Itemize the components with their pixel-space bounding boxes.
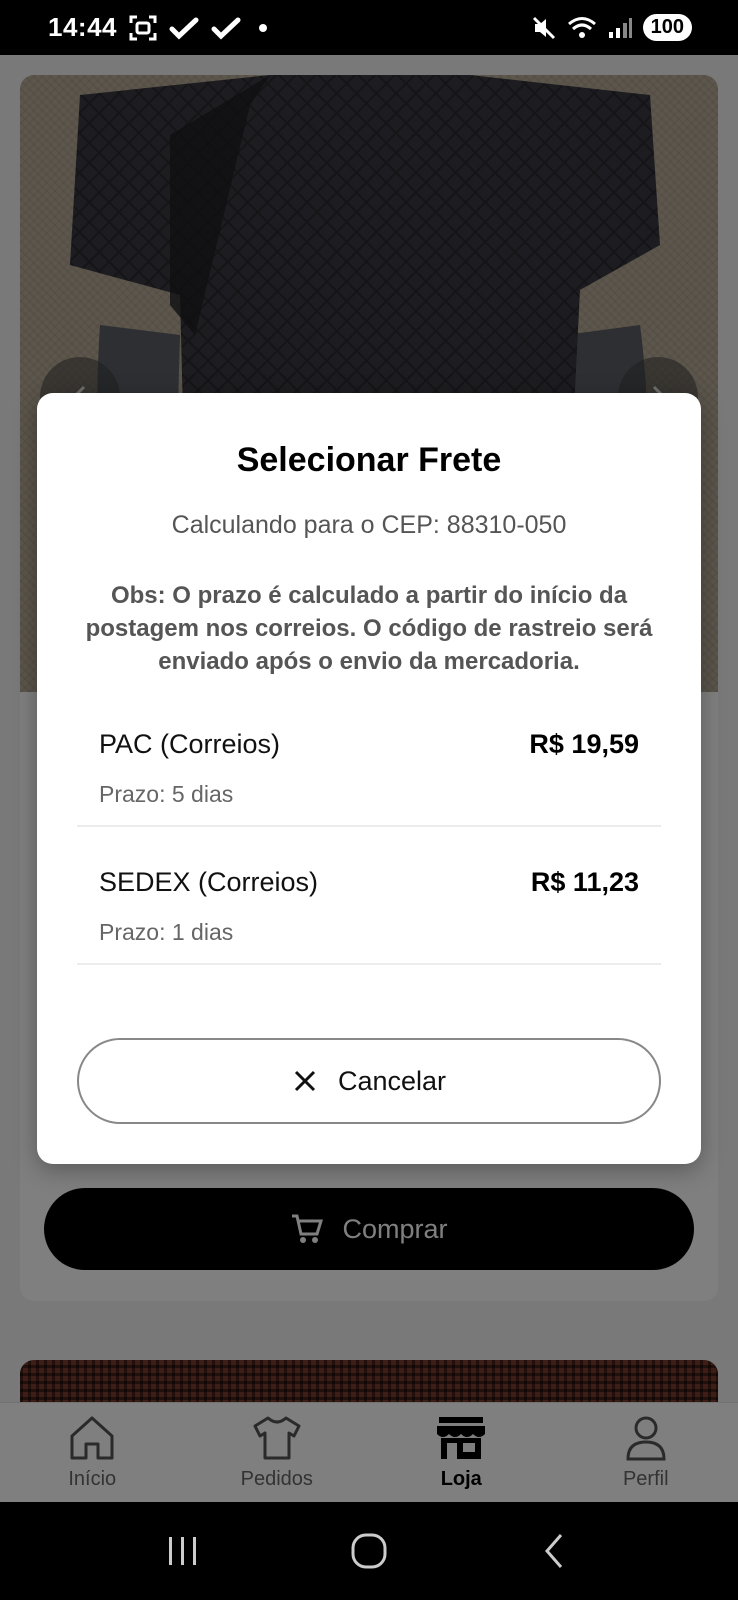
cancel-button[interactable]: Cancelar [77, 1038, 661, 1124]
battery-indicator: 100 [642, 14, 692, 41]
option-eta: Prazo: 5 dias [99, 781, 234, 807]
shipping-option-sedex[interactable]: SEDEX (Correios) R$ 11,23 Prazo: 1 dias [77, 827, 661, 965]
cep-info: Calculando para o CEP: 88310-050 [171, 511, 567, 539]
option-eta: Prazo: 1 dias [99, 919, 234, 945]
check-icon [169, 17, 199, 39]
status-bar: 14:44 100 [0, 0, 738, 55]
status-left: 14:44 [48, 12, 267, 43]
shipping-option-pac[interactable]: PAC (Correios) R$ 19,59 Prazo: 5 dias [77, 689, 661, 827]
status-time: 14:44 [48, 12, 117, 42]
option-name: SEDEX (Correios) [99, 867, 319, 897]
home-button-icon[interactable] [349, 1531, 389, 1571]
option-price: R$ 11,23 [530, 867, 639, 897]
system-nav-bar [0, 1502, 738, 1600]
wifi-icon [567, 16, 596, 38]
cancel-button-label: Cancelar [337, 1065, 447, 1096]
option-price: R$ 19,59 [529, 729, 639, 759]
option-name: PAC (Correios) [99, 729, 281, 759]
recent-apps-icon[interactable] [163, 1533, 203, 1569]
close-icon [294, 1070, 316, 1092]
notification-dot-icon [259, 23, 267, 32]
mute-icon [532, 16, 555, 39]
app-screen: 14:44 100 Selecionar Frete Calculando pa… [0, 0, 738, 1600]
screenshot-icon [129, 15, 157, 40]
shipping-note: Obs: O prazo é calculado a partir do iní… [85, 582, 653, 675]
status-right: 100 [531, 14, 692, 41]
check-icon [211, 17, 241, 39]
dialog-title: Selecionar Frete [236, 441, 502, 479]
back-icon[interactable] [535, 1531, 575, 1571]
shipping-dialog: Selecionar Frete Calculando para o CEP: … [37, 393, 701, 1164]
signal-icon [608, 17, 632, 38]
